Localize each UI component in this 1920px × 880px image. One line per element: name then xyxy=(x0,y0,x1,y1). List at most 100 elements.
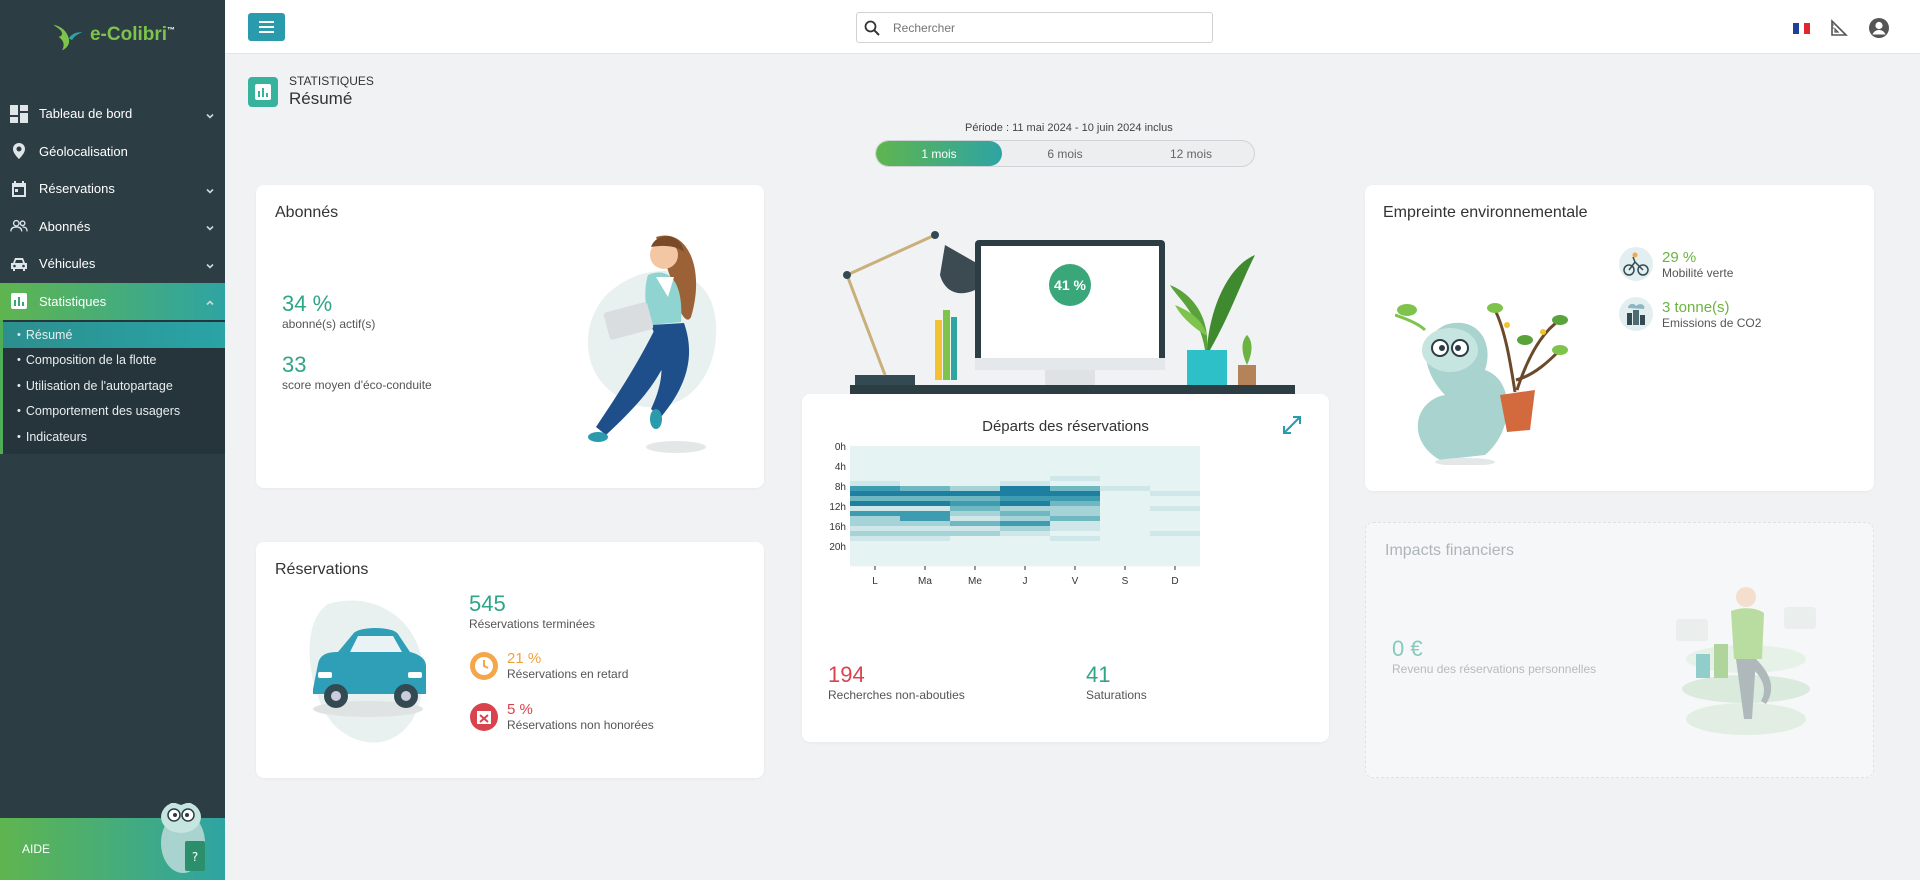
clock-icon xyxy=(470,651,498,680)
heatmap-cell xyxy=(850,511,900,517)
period-label: Période : 11 mai 2024 - 10 juin 2024 inc… xyxy=(965,122,1173,134)
heatmap-cell xyxy=(1150,561,1200,567)
sidebar-item-vehicules[interactable]: Véhicules xyxy=(0,245,225,283)
sidebar-subitem-utilisation-autopartage[interactable]: Utilisation de l'autopartage xyxy=(3,373,225,399)
heatmap-cell xyxy=(1050,451,1100,457)
heatmap-cell xyxy=(900,476,950,482)
heatmap-cell xyxy=(1100,481,1150,487)
heatmap-cell xyxy=(900,506,950,512)
heatmap-cell xyxy=(1000,511,1050,517)
sidebar-item-statistiques[interactable]: Statistiques xyxy=(0,282,225,320)
period-option-6-mois[interactable]: 6 mois xyxy=(1002,141,1128,166)
heatmap-cell xyxy=(1100,511,1150,517)
heatmap-cell xyxy=(950,511,1000,517)
heatmap-cell xyxy=(1150,551,1200,557)
heatmap-cell xyxy=(850,456,900,462)
sidebar-item-geolocalisation[interactable]: Géolocalisation xyxy=(0,133,225,171)
departs-title: Départs des réservations xyxy=(982,418,1149,435)
heatmap-cell xyxy=(900,561,950,567)
heatmap-y-tick: 8h xyxy=(835,482,846,493)
heatmap-cell xyxy=(900,471,950,477)
hummingbird-logo-icon xyxy=(53,24,83,51)
expand-icon[interactable] xyxy=(1281,414,1303,436)
heatmap-cell xyxy=(1150,521,1200,527)
heatmap-cell xyxy=(1050,551,1100,557)
bike-icon xyxy=(1619,247,1653,281)
heatmap-cell xyxy=(950,501,1000,507)
noshow-reservations-value: 5 % xyxy=(507,701,533,718)
heatmap-cell xyxy=(1100,476,1150,482)
saturations-label: Saturations xyxy=(1086,688,1147,702)
heatmap-cell xyxy=(900,486,950,492)
flag-fr-icon[interactable] xyxy=(1793,22,1811,34)
sidebar-subitem-composition-flotte[interactable]: Composition de la flotte xyxy=(3,348,225,374)
co2-city-icon xyxy=(1619,297,1653,331)
search-box[interactable] xyxy=(856,12,1213,43)
heatmap-cell xyxy=(1100,536,1150,542)
heatmap-cell xyxy=(1050,496,1100,502)
sidebar-subitem-resume[interactable]: Résumé xyxy=(3,322,225,348)
heatmap-cell xyxy=(1100,506,1150,512)
heatmap-cell xyxy=(1000,456,1050,462)
heatmap-cell xyxy=(950,541,1000,547)
sidebar-item-reservations[interactable]: Réservations xyxy=(0,170,225,208)
search-input[interactable] xyxy=(887,20,1212,35)
menu-toggle-button[interactable] xyxy=(248,13,285,41)
users-icon xyxy=(9,216,29,236)
chevron-up-icon xyxy=(205,296,215,306)
heatmap-cell xyxy=(1150,481,1200,487)
map-pin-icon xyxy=(9,141,29,161)
calendar-icon xyxy=(9,179,29,199)
sidebar-subitem-comportement-usagers[interactable]: Comportement des usagers xyxy=(3,399,225,425)
heatmap-cell xyxy=(950,461,1000,467)
heatmap-cell xyxy=(1100,451,1150,457)
heatmap-cell xyxy=(1100,461,1150,467)
heatmap-cell xyxy=(1150,556,1200,562)
late-reservations-value: 21 % xyxy=(507,650,542,667)
period-option-1-mois[interactable]: 1 mois xyxy=(876,141,1002,166)
heatmap-cell xyxy=(1100,531,1150,537)
user-circle-icon[interactable] xyxy=(1868,17,1890,39)
heatmap-cell xyxy=(1150,526,1200,532)
heatmap-cell xyxy=(900,516,950,522)
cancelled-calendar-icon xyxy=(470,702,498,731)
departs-card: Départs des réservations 0h 4h 8h 12h 16h 20h… xyxy=(802,394,1329,742)
page-title: Résumé xyxy=(289,89,353,108)
page-pretitle: STATISTIQUES xyxy=(289,74,374,88)
heatmap-cell xyxy=(900,511,950,517)
impacts-title: Impacts financiers xyxy=(1385,542,1514,559)
app-logo[interactable]: e-Colibri™ xyxy=(0,0,225,70)
heatmap-cell xyxy=(1150,501,1200,507)
sidebar-item-label: Abonnés xyxy=(39,218,91,234)
heatmap-cell xyxy=(900,541,950,547)
heatmap-cell xyxy=(950,526,1000,532)
heatmap-cell xyxy=(900,526,950,532)
abonnes-title: Abonnés xyxy=(275,204,339,221)
heatmap-cell xyxy=(900,521,950,527)
failed-searches-value: 194 xyxy=(828,662,865,687)
heatmap-cell xyxy=(1000,446,1050,452)
ruler-triangle-icon[interactable] xyxy=(1830,19,1848,37)
heatmap-cell xyxy=(900,491,950,497)
heatmap-cell xyxy=(900,501,950,507)
heatmap-cell xyxy=(850,561,900,567)
sidebar-item-tableau-de-bord[interactable]: Tableau de bord xyxy=(0,95,225,133)
sidebar: e-Colibri™ Tableau de bord Géolocalisati… xyxy=(0,0,225,880)
sidebar-subitem-indicateurs[interactable]: Indicateurs xyxy=(3,424,225,450)
sidebar-item-abonnes[interactable]: Abonnés xyxy=(0,208,225,246)
heatmap-cell xyxy=(900,546,950,552)
heatmap-cell xyxy=(950,546,1000,552)
heatmap-cell xyxy=(1000,466,1050,472)
heatmap-cell xyxy=(1100,556,1150,562)
help-button[interactable]: AIDE ? xyxy=(0,789,225,880)
heatmap-cell xyxy=(1000,461,1050,467)
heatmap-cell xyxy=(850,451,900,457)
heatmap-cell xyxy=(1050,516,1100,522)
heatmap-cell xyxy=(1050,456,1100,462)
heatmap-y-tick: 20h xyxy=(829,542,846,553)
heatmap-cell xyxy=(1150,471,1200,477)
heatmap-cell xyxy=(1150,516,1200,522)
eco-score-value: 33 xyxy=(282,352,307,377)
heatmap-cell xyxy=(950,551,1000,557)
period-option-12-mois[interactable]: 12 mois xyxy=(1128,141,1254,166)
